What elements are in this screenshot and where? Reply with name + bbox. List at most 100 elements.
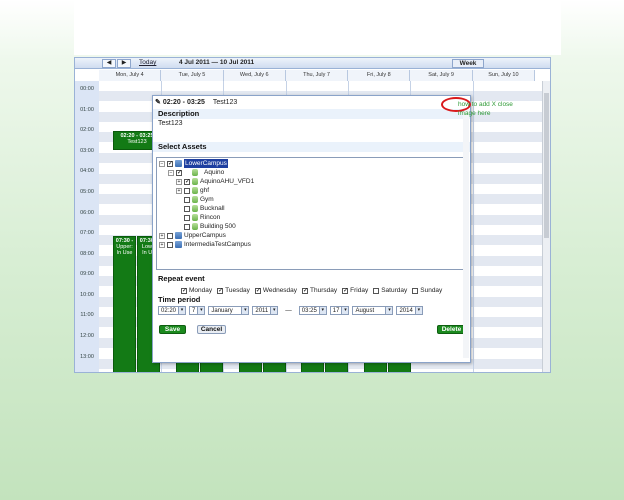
start-year-select[interactable]: 2011 ▾ bbox=[252, 306, 279, 315]
week-view-button[interactable]: Week bbox=[452, 59, 484, 68]
time-column: 00:00 01:00 02:00 03:00 04:00 05:00 06:0… bbox=[75, 81, 99, 372]
calendar-event[interactable]: 07:30 - Upper: In Use bbox=[113, 236, 136, 372]
next-week-button[interactable]: ▶ bbox=[117, 59, 131, 68]
expand-icon[interactable]: + bbox=[159, 241, 165, 248]
save-button[interactable]: Save bbox=[159, 325, 186, 334]
chevron-down-icon[interactable]: ▾ bbox=[241, 307, 249, 314]
expand-icon[interactable]: + bbox=[176, 187, 182, 194]
checkbox-label: Thursday bbox=[310, 287, 338, 294]
chevron-down-icon[interactable]: ▾ bbox=[197, 307, 205, 314]
chevron-down-icon[interactable]: ▾ bbox=[414, 307, 422, 314]
checkbox[interactable] bbox=[184, 205, 190, 212]
checkbox-label: Monday bbox=[189, 287, 213, 294]
delete-button[interactable]: Delete bbox=[437, 325, 466, 334]
expand-icon[interactable]: + bbox=[176, 178, 182, 185]
repeat-thursday[interactable]: Thursday bbox=[302, 287, 337, 294]
time-label: 13:00 bbox=[80, 354, 94, 360]
checkbox[interactable] bbox=[302, 287, 309, 294]
select-assets-header: Select Assets bbox=[153, 142, 470, 152]
checkbox-label: Friday bbox=[350, 287, 369, 294]
building-icon bbox=[192, 196, 198, 203]
chevron-down-icon[interactable]: ▾ bbox=[270, 307, 278, 314]
checkbox[interactable] bbox=[167, 232, 173, 239]
checkbox[interactable] bbox=[167, 241, 173, 248]
building-icon bbox=[192, 205, 198, 212]
tree-node-rincon[interactable]: Rincon bbox=[176, 213, 220, 222]
tree-node-label: Building 500 bbox=[200, 223, 236, 230]
end-month-select[interactable]: August ▾ bbox=[352, 306, 394, 315]
start-day-select[interactable]: 7 ▾ bbox=[189, 306, 206, 315]
chevron-down-icon[interactable]: ▾ bbox=[178, 307, 186, 314]
pencil-icon: ✎ bbox=[155, 99, 161, 106]
tree-node-label: Rincon bbox=[200, 214, 221, 221]
today-link[interactable]: Today bbox=[139, 59, 156, 66]
tree-node-lowercampus[interactable]: − LowerCampus bbox=[159, 159, 228, 168]
select-value: 2011 bbox=[255, 307, 269, 314]
description-field[interactable]: Test123 bbox=[158, 120, 468, 140]
campus-icon bbox=[175, 160, 182, 167]
checkbox[interactable] bbox=[167, 160, 173, 167]
checkbox[interactable] bbox=[184, 223, 190, 230]
checkbox[interactable] bbox=[184, 196, 190, 203]
checkbox[interactable] bbox=[176, 169, 182, 176]
tree-node-ghf[interactable]: + ghf bbox=[176, 186, 209, 195]
checkbox-label: Saturday bbox=[381, 287, 408, 294]
cancel-button[interactable]: Cancel bbox=[197, 325, 226, 334]
building-icon bbox=[192, 214, 198, 221]
dialog-scrollbar[interactable] bbox=[463, 108, 469, 358]
select-value: January bbox=[211, 307, 233, 314]
checkbox[interactable] bbox=[254, 287, 261, 294]
event-status: In Use bbox=[116, 250, 133, 256]
end-year-select[interactable]: 2014 ▾ bbox=[396, 306, 423, 315]
chevron-down-icon[interactable]: ▾ bbox=[341, 307, 349, 314]
tree-node-uppercampus[interactable]: + UpperCampus bbox=[159, 231, 226, 240]
start-time-select[interactable]: 02:20 ▾ bbox=[158, 306, 187, 315]
checkbox[interactable] bbox=[217, 287, 224, 294]
day-header: Tue, July 5 bbox=[161, 70, 224, 81]
collapse-icon[interactable]: − bbox=[159, 160, 165, 167]
scrollbar-thumb[interactable] bbox=[544, 93, 549, 238]
tree-node-gym[interactable]: Gym bbox=[176, 195, 214, 204]
chevron-down-icon[interactable]: ▾ bbox=[318, 307, 326, 314]
dialog-title-name: Test123 bbox=[212, 99, 238, 106]
tree-node-bucknall[interactable]: Bucknall bbox=[176, 204, 225, 213]
tree-node-aquino[interactable]: − Aquino bbox=[168, 168, 224, 177]
tree-node-label: Bucknall bbox=[200, 205, 225, 212]
select-value: August bbox=[355, 307, 375, 314]
repeat-saturday[interactable]: Saturday bbox=[373, 287, 407, 294]
time-label: 00:00 bbox=[80, 86, 94, 92]
time-label: 11:00 bbox=[80, 312, 94, 318]
checkbox[interactable] bbox=[342, 287, 349, 294]
checkbox[interactable] bbox=[373, 287, 380, 294]
repeat-friday[interactable]: Friday bbox=[342, 287, 368, 294]
checkbox[interactable] bbox=[412, 287, 419, 294]
repeat-wednesday[interactable]: Wednesday bbox=[254, 287, 297, 294]
calendar-scrollbar[interactable] bbox=[542, 81, 550, 372]
annotation-line: image here bbox=[458, 110, 491, 117]
repeat-monday[interactable]: Monday bbox=[181, 287, 212, 294]
chevron-down-icon[interactable]: ▾ bbox=[385, 307, 393, 314]
start-month-select[interactable]: January ▾ bbox=[208, 306, 250, 315]
repeat-tuesday[interactable]: Tuesday bbox=[217, 287, 250, 294]
campus-icon bbox=[175, 232, 182, 239]
prev-week-button[interactable]: ◀ bbox=[102, 59, 116, 68]
repeat-days: Monday Tuesday Wednesday Thursday Friday… bbox=[181, 287, 442, 294]
end-day-select[interactable]: 17 ▾ bbox=[329, 306, 350, 315]
checkbox[interactable] bbox=[181, 287, 187, 294]
repeat-sunday[interactable]: Sunday bbox=[412, 287, 442, 294]
checkbox-label: Sunday bbox=[420, 287, 443, 294]
calendar-toolbar: ◀ ▶ Today 4 Jul 2011 — 10 Jul 2011 Week bbox=[75, 58, 550, 69]
end-time-select[interactable]: 03:25 ▾ bbox=[298, 306, 327, 315]
range-separator: — bbox=[285, 307, 292, 314]
collapse-icon[interactable]: − bbox=[168, 169, 174, 176]
tree-node-building500[interactable]: Building 500 bbox=[176, 222, 236, 231]
device-icon bbox=[192, 187, 198, 194]
tree-node-intermedia[interactable]: + IntermediaTestCampus bbox=[159, 240, 251, 249]
time-label: 01:00 bbox=[80, 107, 94, 113]
tree-node-aquinoahu[interactable]: + AquinoAHU_VFD1 bbox=[176, 177, 254, 186]
checkbox[interactable] bbox=[184, 214, 190, 221]
expand-icon[interactable]: + bbox=[159, 232, 165, 239]
building-icon bbox=[192, 169, 198, 176]
checkbox[interactable] bbox=[184, 187, 190, 194]
checkbox[interactable] bbox=[184, 178, 190, 185]
